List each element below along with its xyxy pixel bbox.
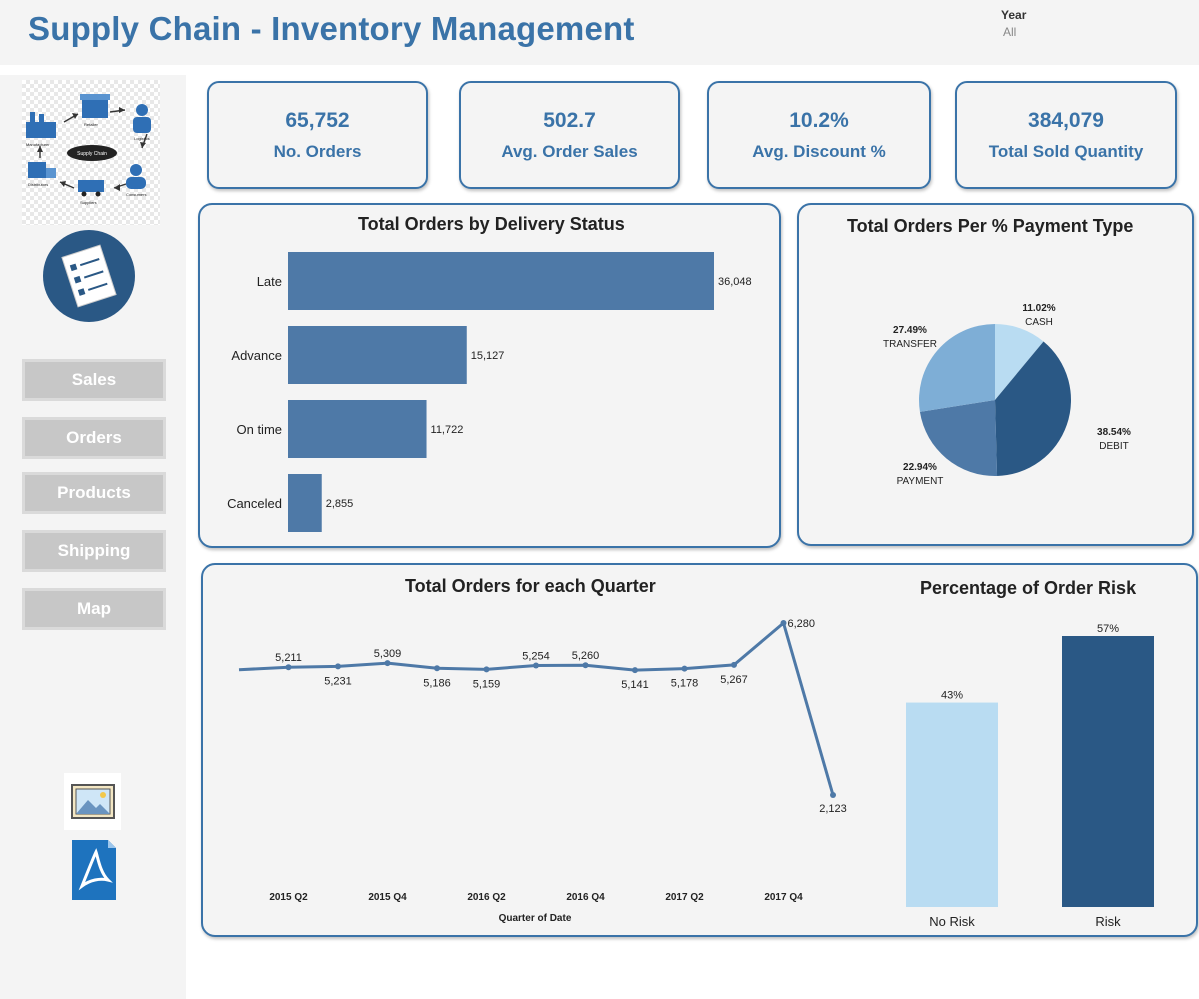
diagram-node-label: Suppliers [80, 200, 97, 205]
line-point [731, 661, 737, 668]
line-point-label: 2,123 [819, 803, 847, 815]
diagram-node-label: Retailer [84, 122, 98, 127]
line-point-label: 5,178 [671, 678, 699, 690]
pie-percent-label: 38.54% [1097, 427, 1131, 438]
nav-shipping-button[interactable]: Shipping [22, 530, 166, 572]
bar-value-label: 2,855 [326, 498, 354, 510]
payment-type-panel: Total Orders Per % Payment Type 11.02% CA… [797, 203, 1194, 546]
risk-category-label: No Risk [929, 914, 975, 929]
kpi-label: Avg. Discount % [752, 141, 886, 161]
risk-bar-value-label: 57% [1097, 623, 1119, 635]
line-point [533, 662, 539, 669]
x-tick-label: 2017 Q4 [764, 892, 803, 903]
line-point-label: 5,309 [374, 648, 402, 660]
diagram-center-label: Supply Chain [77, 151, 107, 157]
quarter-risk-panel: Total Orders for each Quarter Percentage… [201, 563, 1198, 937]
nav-orders-button[interactable]: Orders [22, 417, 166, 459]
payment-type-chart: 11.02% CASH 38.54% DEBIT 22.94% PAYMENT 27.49%… [883, 303, 1131, 487]
x-axis-label: Quarter of Date [499, 913, 572, 924]
nav-products-button[interactable]: Products [22, 472, 166, 514]
x-tick-label: 2015 Q4 [368, 892, 407, 903]
line-point [483, 666, 490, 673]
line-point-label: 5,186 [423, 677, 451, 689]
line-point [582, 662, 589, 669]
page-title: Supply Chain - Inventory Management [28, 10, 635, 47]
line-point [285, 664, 292, 671]
x-tick-label: 2016 Q4 [566, 892, 605, 903]
bar-category-label: Advance [231, 348, 282, 363]
year-filter-label: Year [1001, 8, 1027, 22]
diagram-node-label: Manufacturer [26, 142, 50, 147]
bar-value-label: 15,127 [471, 350, 505, 362]
diagram-node-label: Consumers [126, 192, 146, 197]
line-series [238, 621, 835, 796]
pie-slice [919, 324, 995, 412]
kpi-value: 10.2% [789, 108, 849, 132]
risk-category-label: Risk [1095, 914, 1121, 929]
kpi-label: Total Sold Quantity [988, 141, 1144, 161]
line-point-label: 5,211 [275, 652, 302, 664]
checklist-icon [39, 230, 137, 322]
x-tick-label: 2015 Q2 [269, 892, 308, 903]
bar-category-label: Late [257, 274, 282, 289]
pie-percent-label: 11.02% [1022, 303, 1055, 314]
line-point-label: 5,267 [720, 674, 748, 686]
delivery-status-panel: Total Orders by Delivery Status Late 36,0… [198, 203, 781, 548]
pie-percent-label: 22.94% [903, 462, 937, 473]
bar [288, 400, 427, 458]
image-export-icon[interactable] [64, 773, 121, 830]
quarterly-orders-chart: 5,211 5,231 5,309 5,186 5,159 5,254 5,260 5,141… [238, 618, 1154, 929]
nav-map-button[interactable]: Map [22, 588, 166, 630]
line-point [335, 663, 341, 670]
pdf-export-icon[interactable] [50, 836, 134, 904]
line-point-label: 5,159 [473, 678, 501, 690]
kpi-label: No. Orders [273, 141, 362, 161]
pie-percent-label: 27.49% [893, 325, 927, 336]
line-point-label: 5,254 [522, 650, 550, 662]
bar-value-label: 36,048 [718, 276, 752, 288]
line-point-label: 5,231 [324, 675, 352, 687]
line-point-label: 5,141 [621, 679, 649, 691]
risk-bar-value-label: 43% [941, 690, 963, 702]
bar-value-label: 11,722 [431, 424, 464, 436]
kpi-value: 384,079 [1028, 108, 1104, 132]
x-tick-label: 2017 Q2 [665, 892, 704, 903]
line-point [384, 660, 391, 667]
bar [288, 474, 322, 532]
bar [288, 252, 714, 310]
pie-category-label: DEBIT [1099, 441, 1128, 452]
line-point [632, 667, 638, 674]
bar [288, 326, 467, 384]
delivery-status-chart: Late 36,048 Advance 15,127 On time 11,722 Canc… [227, 252, 752, 532]
pie-category-label: CASH [1025, 317, 1053, 328]
line-point [681, 665, 688, 672]
kpi-value: 502.7 [543, 108, 596, 132]
risk-bar [1062, 636, 1154, 907]
bar-category-label: On time [236, 422, 282, 437]
pie-category-label: PAYMENT [897, 476, 944, 487]
header-bar: Supply Chain - Inventory Management Year… [0, 0, 1199, 65]
line-point-label: 6,280 [788, 618, 816, 630]
year-filter-dropdown[interactable]: All [1003, 25, 1016, 39]
kpi-card-avg-discount: 10.2% Avg. Discount % [707, 81, 931, 189]
line-point-label: 5,260 [572, 650, 600, 662]
line-point [830, 792, 836, 798]
kpi-card-avg-sales: 502.7 Avg. Order Sales [459, 81, 680, 189]
diagram-node-label: Logistics [134, 136, 150, 141]
pie-category-label: TRANSFER [883, 339, 937, 350]
kpi-label: Avg. Order Sales [501, 141, 638, 161]
diagram-node-label: Distributors [28, 182, 48, 187]
line-point [780, 620, 787, 626]
nav-sales-button[interactable]: Sales [22, 359, 166, 401]
supply-chain-diagram-icon: Manufacturer Retailer Logistics Supply C… [22, 80, 160, 225]
line-point [434, 665, 440, 672]
kpi-value: 65,752 [285, 108, 350, 132]
x-tick-label: 2016 Q2 [467, 892, 506, 903]
kpi-card-sold-quantity: 384,079 Total Sold Quantity [955, 81, 1177, 189]
kpi-card-orders: 65,752 No. Orders [207, 81, 428, 189]
risk-bar [906, 702, 998, 907]
bar-category-label: Canceled [227, 496, 282, 511]
